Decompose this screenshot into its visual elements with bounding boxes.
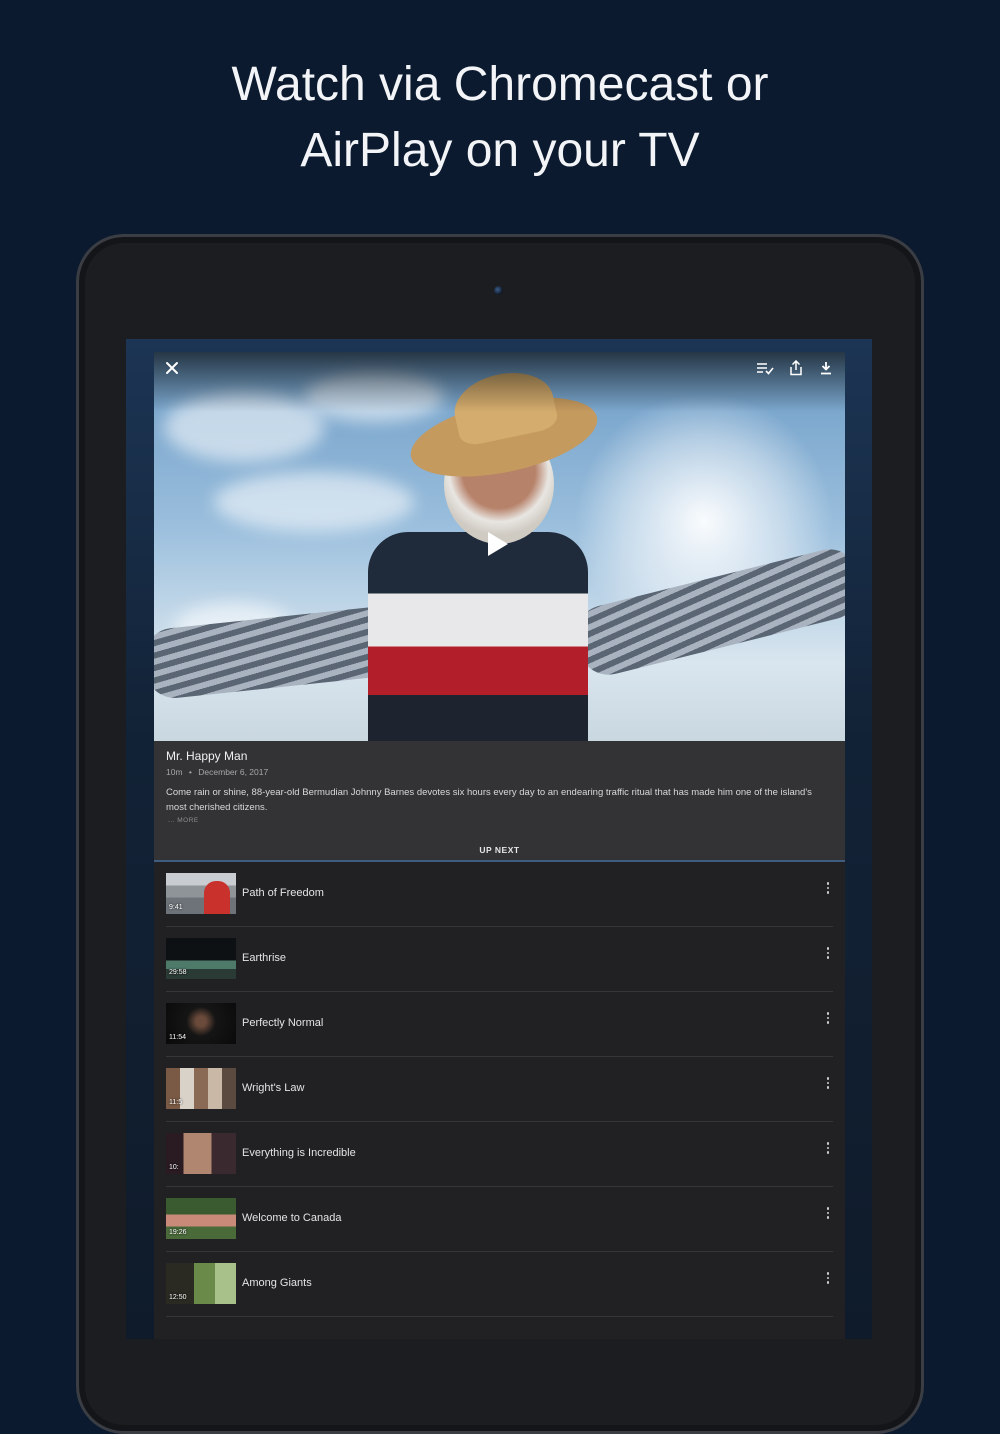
video-duration-badge: 19:26 <box>169 1229 187 1236</box>
video-date: December 6, 2017 <box>198 767 269 777</box>
download-icon[interactable] <box>815 361 837 383</box>
queue-icon[interactable] <box>754 361 776 383</box>
list-item-title: Perfectly Normal <box>242 1017 324 1029</box>
up-next-list: 9:41 Path of Freedom 29:58 Earthrise 11:… <box>166 862 833 1317</box>
list-item[interactable]: 11:5 Wright's Law <box>166 1057 833 1122</box>
list-item-title: Wright's Law <box>242 1082 305 1094</box>
video-thumbnail[interactable]: 10: <box>166 1133 236 1174</box>
video-description: Come rain or shine, 88-year-old Bermudia… <box>166 787 812 813</box>
video-thumbnail[interactable]: 9:41 <box>166 873 236 914</box>
close-icon[interactable] <box>161 361 183 383</box>
video-duration-badge: 29:58 <box>169 969 187 976</box>
list-item-title: Welcome to Canada <box>242 1212 342 1224</box>
video-duration-badge: 11:54 <box>169 1034 186 1041</box>
list-item[interactable]: 12:50 Among Giants <box>166 1252 833 1317</box>
video-duration-badge: 12:50 <box>169 1294 187 1301</box>
list-item[interactable]: 19:26 Welcome to Canada <box>166 1187 833 1252</box>
share-icon[interactable] <box>785 359 807 382</box>
video-duration: 10m <box>166 767 183 777</box>
more-options-icon[interactable] <box>823 882 833 898</box>
video-thumbnail[interactable]: 19:26 <box>166 1198 236 1239</box>
camera-icon <box>494 286 503 295</box>
headline: Watch via Chromecast or AirPlay on your … <box>0 52 1000 184</box>
video-player[interactable] <box>154 352 845 741</box>
video-info-panel: Mr. Happy Man 10m • December 6, 2017 Com… <box>154 741 845 862</box>
more-options-icon[interactable] <box>823 947 833 963</box>
list-item[interactable]: 10: Everything is Incredible <box>166 1122 833 1187</box>
more-options-icon[interactable] <box>823 1142 833 1158</box>
list-item-title: Earthrise <box>242 952 287 964</box>
video-thumbnail[interactable]: 11:54 <box>166 1003 236 1044</box>
play-icon[interactable] <box>488 532 508 556</box>
video-title: Mr. Happy Man <box>166 749 248 763</box>
list-item-title: Among Giants <box>242 1277 312 1289</box>
list-item[interactable]: 11:54 Perfectly Normal <box>166 992 833 1057</box>
video-thumbnail[interactable]: 29:58 <box>166 938 236 979</box>
more-options-icon[interactable] <box>823 1012 833 1028</box>
video-meta: 10m • December 6, 2017 <box>166 767 268 777</box>
headline-line-1: Watch via Chromecast or <box>231 58 769 111</box>
more-options-icon[interactable] <box>823 1272 833 1288</box>
video-duration-badge: 11:5 <box>169 1099 183 1106</box>
video-thumbnail[interactable]: 11:5 <box>166 1068 236 1109</box>
list-item[interactable]: 29:58 Earthrise <box>166 927 833 992</box>
more-options-icon[interactable] <box>823 1077 833 1093</box>
list-item-title: Everything is Incredible <box>242 1147 356 1159</box>
video-sheet: Mr. Happy Man 10m • December 6, 2017 Com… <box>154 352 845 1339</box>
list-item-title: Path of Freedom <box>242 887 324 899</box>
video-thumbnail[interactable]: 12:50 <box>166 1263 236 1304</box>
list-item[interactable]: 9:41 Path of Freedom <box>166 862 833 927</box>
up-next-tab[interactable]: UP NEXT <box>154 845 845 855</box>
more-link[interactable]: ... MORE <box>168 817 199 824</box>
headline-line-2: AirPlay on your TV <box>300 124 700 177</box>
meta-separator: • <box>188 767 192 777</box>
more-options-icon[interactable] <box>823 1207 833 1223</box>
video-duration-badge: 9:41 <box>169 904 183 911</box>
video-duration-badge: 10: <box>169 1164 179 1171</box>
tablet-screen: Mr. Happy Man 10m • December 6, 2017 Com… <box>126 339 872 1339</box>
